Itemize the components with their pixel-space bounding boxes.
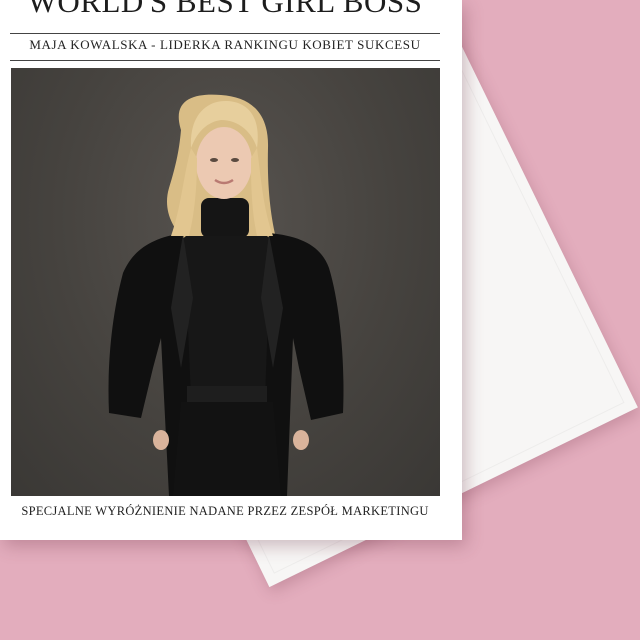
- eye-right: [231, 158, 239, 162]
- turtleneck-collar: [201, 198, 249, 238]
- face: [196, 127, 252, 199]
- right-hand: [293, 430, 309, 450]
- award-card: WORLD'S BEST GIRL BOSS MAJA KOWALSKA - L…: [0, 0, 462, 540]
- card-subheadline: MAJA KOWALSKA - LIDERKA RANKINGU KOBIET …: [29, 37, 421, 52]
- top-rule: [10, 33, 440, 34]
- bottom-rule: [10, 60, 440, 61]
- product-scene: WORLD'S BEST GIRL BOSS MAJA KOWALSKA - L…: [0, 0, 640, 640]
- trousers: [173, 402, 281, 496]
- belt: [187, 386, 267, 402]
- card-caption: SPECJALNE WYRÓŻNIENIE NADANE PRZEZ ZESPÓ…: [21, 504, 429, 518]
- left-hand: [153, 430, 169, 450]
- portrait-photo: [11, 68, 440, 496]
- eye-left: [210, 158, 218, 162]
- card-headline: WORLD'S BEST GIRL BOSS: [27, 0, 423, 19]
- portrait-illustration: [108, 94, 344, 496]
